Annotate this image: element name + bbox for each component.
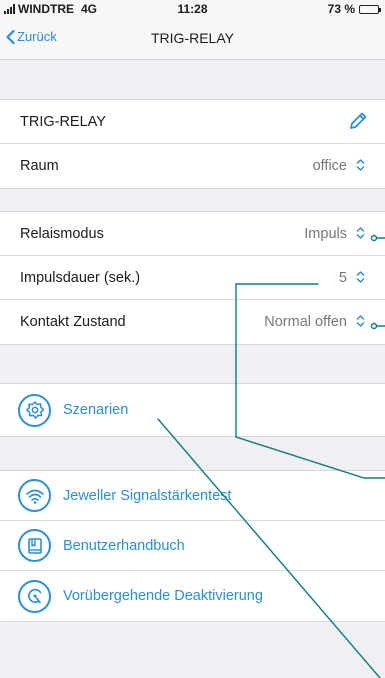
relay-mode-label: Relaismodus — [20, 225, 104, 242]
scenarios-row[interactable]: Szenarien — [0, 384, 385, 436]
updown-chevron-icon — [356, 315, 365, 327]
room-row[interactable]: Raum office — [0, 144, 385, 188]
device-name-row[interactable]: TRIG-RELAY — [0, 100, 385, 144]
signal-test-row[interactable]: Jeweller Signalstärkentest — [0, 471, 385, 521]
device-name: TRIG-RELAY — [20, 113, 106, 130]
deactivation-row[interactable]: Vorübergehende Deaktivierung — [0, 571, 385, 621]
scenario-gear-icon — [18, 393, 51, 427]
relay-settings-group: Relaismodus Impuls Impulsdauer (sek.) 5 … — [0, 211, 385, 345]
updown-chevron-icon — [356, 271, 365, 283]
room-label: Raum — [20, 158, 59, 174]
scenarios-label: Szenarien — [63, 402, 129, 418]
status-right: 73 % — [327, 2, 381, 16]
updown-chevron-icon — [356, 227, 365, 239]
deactivation-label: Vorübergehende Deaktivierung — [63, 588, 263, 604]
signal-wifi-icon — [18, 479, 51, 512]
impulse-duration-value: 5 — [338, 269, 347, 286]
status-bar: WINDTRE 4G 11:28 73 % — [0, 0, 385, 18]
contact-state-value: Normal offen — [264, 314, 347, 330]
device-group: TRIG-RELAY Raum office — [0, 99, 385, 189]
tools-group: Jeweller Signalstärkentest Benutzerhandb… — [0, 470, 385, 622]
page-title: TRIG-RELAY — [151, 30, 234, 46]
deactivation-icon — [18, 579, 51, 613]
navigation-bar: Zurück TRIG-RELAY — [0, 18, 385, 60]
manual-book-icon — [18, 529, 51, 562]
contact-state-row[interactable]: Kontakt Zustand Normal offen — [0, 300, 385, 344]
battery-percent: 73 % — [327, 2, 355, 16]
manual-row[interactable]: Benutzerhandbuch — [0, 521, 385, 571]
signal-test-label: Jeweller Signalstärkentest — [63, 487, 232, 504]
impulse-duration-row[interactable]: Impulsdauer (sek.) 5 — [0, 256, 385, 300]
battery-icon — [359, 4, 381, 14]
contact-state-label: Kontakt Zustand — [20, 314, 126, 330]
room-value: office — [312, 158, 347, 174]
relay-mode-row[interactable]: Relaismodus Impuls — [0, 212, 385, 256]
relay-mode-value: Impuls — [304, 225, 347, 242]
scenarios-group: Szenarien — [0, 383, 385, 437]
updown-chevron-icon — [356, 159, 365, 171]
pencil-icon[interactable] — [347, 110, 369, 132]
manual-label: Benutzerhandbuch — [63, 537, 185, 554]
impulse-duration-label: Impulsdauer (sek.) — [20, 269, 141, 286]
